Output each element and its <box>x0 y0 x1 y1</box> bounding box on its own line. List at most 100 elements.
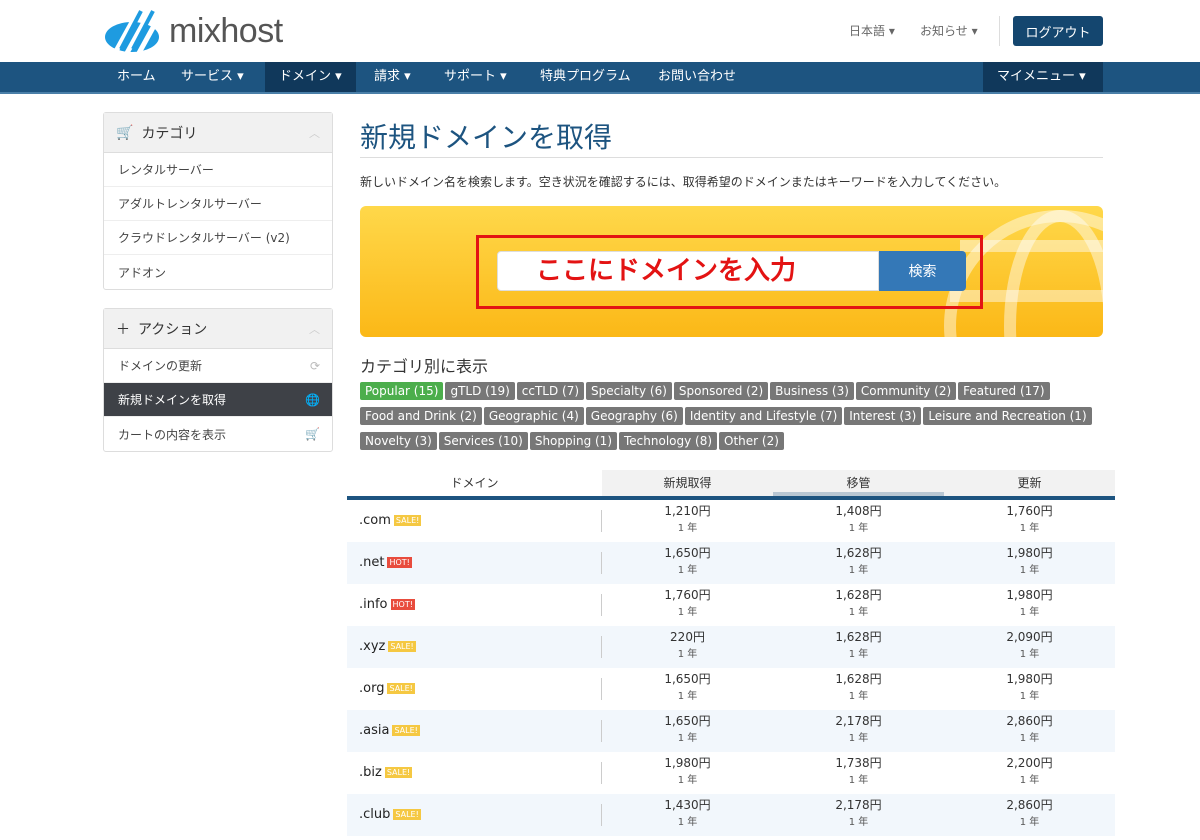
price-value: 1,650円 <box>664 714 711 728</box>
price-value: 1,628円 <box>835 588 882 602</box>
domain-tld: .club SALE! <box>359 807 421 822</box>
main-nav: ホーム サービス ▾ ドメイン ▾ 請求 ▾ サポート ▾ 特典プログラム お問… <box>0 62 1200 94</box>
actions-title: アクション <box>138 321 208 338</box>
price-value: 2,178円 <box>835 714 882 728</box>
category-tag[interactable]: Community (2) <box>855 382 957 400</box>
category-tag[interactable]: Specialty (6) <box>586 382 672 400</box>
category-item[interactable]: アダルトレンタルサーバー <box>104 187 332 221</box>
domain-tld: .biz SALE! <box>359 765 413 780</box>
category-tag[interactable]: Leisure and Recreation (1) <box>923 407 1092 425</box>
actions-header[interactable]: ＋ アクション ︿ <box>104 309 332 349</box>
nav-services[interactable]: サービス ▾ <box>167 62 258 92</box>
col-header-renew[interactable]: 更新 <box>944 470 1115 496</box>
logo[interactable]: mixhost <box>103 8 283 54</box>
category-tag[interactable]: Services (10) <box>438 432 528 450</box>
price-period: 1 年 <box>848 733 869 744</box>
price-period: 1 年 <box>677 817 698 828</box>
category-tags: Popular (15) gTLD (19) ccTLD (7) Specialty … <box>360 380 1120 455</box>
sale-badge: SALE! <box>392 725 420 736</box>
category-tag[interactable]: Business (3) <box>770 382 854 400</box>
domain-tld: .asia SALE! <box>359 723 420 738</box>
table-row[interactable]: .xyz SALE! 220円 1 年 1,628円 1 年 2,090円 1 年 <box>347 626 1115 668</box>
nav-benefits[interactable]: 特典プログラム <box>526 62 645 92</box>
table-row[interactable]: .club SALE! 1,430円 1 年 2,178円 1 年 2,860円 1 年 <box>347 794 1115 836</box>
category-item[interactable]: レンタルサーバー <box>104 153 332 187</box>
nav-billing[interactable]: 請求 ▾ <box>360 62 425 92</box>
price-transfer: 1,628円 1 年 <box>773 629 944 663</box>
price-period: 1 年 <box>677 691 698 702</box>
category-tag[interactable]: Shopping (1) <box>529 432 617 450</box>
price-value: 2,860円 <box>1006 714 1053 728</box>
category-tag[interactable]: Novelty (3) <box>360 432 437 450</box>
chevron-up-icon[interactable]: ︿ <box>309 321 320 337</box>
tld-name: .net <box>359 555 385 570</box>
price-value: 1,980円 <box>1006 546 1053 560</box>
price-value: 1,628円 <box>835 546 882 560</box>
price-value: 220円 <box>670 630 705 644</box>
table-row[interactable]: .org SALE! 1,650円 1 年 1,628円 1 年 1,980円 1 年 <box>347 668 1115 710</box>
price-transfer: 1,408円 1 年 <box>773 503 944 537</box>
domain-search-input[interactable]: ここにドメインを入力 <box>497 251 879 291</box>
category-tag[interactable]: Geography (6) <box>585 407 683 425</box>
sale-badge: SALE! <box>393 515 422 526</box>
price-value: 1,980円 <box>1006 672 1053 686</box>
price-new: 1,980円 1 年 <box>602 755 773 789</box>
category-tag[interactable]: ccTLD (7) <box>516 382 585 400</box>
language-dropdown[interactable]: 日本語 ▾ <box>849 22 895 39</box>
nav-contact[interactable]: お問い合わせ <box>644 62 750 92</box>
price-period: 1 年 <box>1019 817 1040 828</box>
price-renew: 2,090円 1 年 <box>944 629 1115 663</box>
price-value: 1,628円 <box>835 630 882 644</box>
price-value: 2,090円 <box>1006 630 1053 644</box>
col-header-transfer[interactable]: 移管 <box>773 470 944 496</box>
price-renew: 1,980円 1 年 <box>944 587 1115 621</box>
search-button[interactable]: 検索 <box>879 251 966 291</box>
category-item[interactable]: アドオン <box>104 255 332 289</box>
price-period: 1 年 <box>848 691 869 702</box>
category-tag[interactable]: Featured (17) <box>958 382 1050 400</box>
category-item[interactable]: クラウドレンタルサーバー (v2) <box>104 221 332 255</box>
nav-my-menu[interactable]: マイメニュー ▾ <box>983 62 1103 92</box>
category-tag[interactable]: Sponsored (2) <box>673 382 769 400</box>
category-tag[interactable]: Interest (3) <box>844 407 922 425</box>
page-description: 新しいドメイン名を検索します。空き状況を確認するには、取得希望のドメインまたはキ… <box>360 175 1007 189</box>
table-row[interactable]: .com SALE! 1,210円 1 年 1,408円 1 年 1,760円 1 年 <box>347 500 1115 542</box>
nav-domains[interactable]: ドメイン ▾ <box>265 62 356 92</box>
nav-support[interactable]: サポート ▾ <box>430 62 521 92</box>
chevron-up-icon[interactable]: ︿ <box>309 125 320 141</box>
categories-header[interactable]: 🛒 カテゴリ ︿ <box>104 113 332 153</box>
table-row[interactable]: .biz SALE! 1,980円 1 年 1,738円 1 年 2,200円 1 年 <box>347 752 1115 794</box>
logout-button[interactable]: ログアウト <box>1013 16 1103 46</box>
category-tag[interactable]: Technology (8) <box>619 432 718 450</box>
category-tag[interactable]: Food and Drink (2) <box>360 407 482 425</box>
divider <box>360 157 1103 158</box>
table-row[interactable]: .asia SALE! 1,650円 1 年 2,178円 1 年 2,860円 1 年 <box>347 710 1115 752</box>
action-register-domain[interactable]: 新規ドメインを取得 🌐 <box>104 383 332 417</box>
price-transfer: 1,738円 1 年 <box>773 755 944 789</box>
nav-home[interactable]: ホーム <box>103 62 170 92</box>
price-value: 1,628円 <box>835 672 882 686</box>
price-new: 1,650円 1 年 <box>602 713 773 747</box>
sale-badge: SALE! <box>384 767 413 778</box>
page-title: 新規ドメインを取得 <box>360 121 613 154</box>
refresh-icon: ⟳ <box>309 358 320 373</box>
category-tag[interactable]: gTLD (19) <box>445 382 515 400</box>
category-tag[interactable]: Other (2) <box>719 432 784 450</box>
price-value: 2,178円 <box>835 798 882 812</box>
price-new: 1,760円 1 年 <box>602 587 773 621</box>
table-row[interactable]: .net HOT! 1,650円 1 年 1,628円 1 年 1,980円 1 年 <box>347 542 1115 584</box>
price-period: 1 年 <box>677 565 698 576</box>
table-row[interactable]: .info HOT! 1,760円 1 年 1,628円 1 年 1,980円 1 年 <box>347 584 1115 626</box>
notices-dropdown[interactable]: お知らせ ▾ <box>920 22 978 39</box>
categories-panel: 🛒 カテゴリ ︿ レンタルサーバー アダルトレンタルサーバー クラウドレンタルサーバ… <box>103 112 333 290</box>
category-tag[interactable]: Identity and Lifestyle (7) <box>684 407 843 425</box>
tld-name: .xyz <box>359 639 386 654</box>
col-header-register[interactable]: 新規取得 <box>602 470 773 496</box>
price-period: 1 年 <box>1019 649 1040 660</box>
col-header-domain[interactable]: ドメイン <box>347 470 602 496</box>
category-tag[interactable]: Geographic (4) <box>483 407 584 425</box>
action-renew-domains[interactable]: ドメインの更新 ⟳ <box>104 349 332 383</box>
price-transfer: 2,178円 1 年 <box>773 797 944 831</box>
category-tag[interactable]: Popular (15) <box>360 382 444 400</box>
action-view-cart[interactable]: カートの内容を表示 🛒 <box>104 417 332 451</box>
